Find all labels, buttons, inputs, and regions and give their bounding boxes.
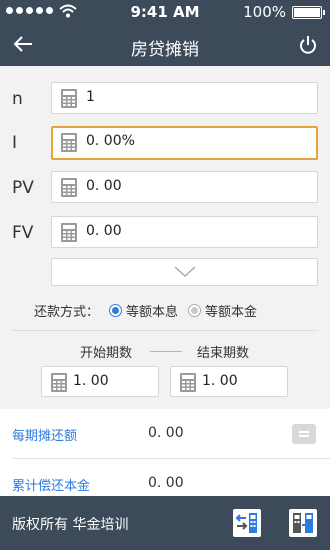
power-icon[interactable] — [298, 35, 318, 55]
field-label-n: n — [12, 89, 23, 109]
fv-value: 0. 00 — [86, 223, 122, 239]
start-period-value: 1. 00 — [73, 373, 109, 389]
field-label-pv: PV — [12, 178, 34, 198]
field-label-i: I — [12, 133, 18, 153]
status-bar: 9:41 AM 100% — [0, 0, 330, 24]
repayment-method-label: 还款方式： — [34, 305, 100, 320]
page-title: 房贷摊销 — [131, 40, 199, 60]
copyright-text: 版权所有 华金培训 — [12, 517, 129, 533]
interest-rate-value: 0. 00% — [86, 133, 135, 149]
calculator-icon — [61, 133, 77, 152]
calculator-icon — [61, 223, 77, 242]
battery-percent: 100% — [243, 3, 286, 21]
battery-icon — [292, 6, 325, 19]
expand-dropdown[interactable] — [51, 258, 318, 286]
footer-bar: 版权所有 华金培训 — [0, 496, 330, 550]
nav-bar: 房贷摊销 — [0, 24, 330, 66]
n-field[interactable]: 1 — [51, 82, 318, 114]
divider — [12, 330, 318, 331]
calculator-icon — [180, 373, 196, 392]
interest-rate-field[interactable]: 0. 00% — [51, 126, 318, 160]
chevron-down-icon — [174, 266, 196, 278]
end-period-value: 1. 00 — [202, 373, 238, 389]
calculator-icon — [61, 89, 77, 108]
end-period-field[interactable]: 1. 00 — [170, 366, 288, 397]
results-panel: 每期摊还额 0. 00 累计偿还本金 0. 00 — [0, 409, 330, 509]
radio-unselected-icon — [188, 304, 202, 317]
start-period-field[interactable]: 1. 00 — [41, 366, 159, 397]
export-icon[interactable] — [288, 508, 318, 538]
radio-equal-principal[interactable]: 等额本金 — [188, 301, 257, 320]
import-icon[interactable] — [232, 508, 262, 538]
pv-value: 0. 00 — [86, 178, 122, 194]
payment-per-period-label: 每期摊还额 — [12, 429, 78, 444]
period-separator — [150, 351, 182, 352]
calculator-icon — [51, 373, 67, 392]
calculate-equals-button[interactable] — [292, 424, 316, 444]
radio-equal-principal-label: 等额本金 — [205, 305, 258, 320]
end-period-label: 结束期数 — [197, 346, 250, 361]
field-label-fv: FV — [12, 223, 34, 243]
cumulative-principal-value: 0. 00 — [148, 475, 184, 491]
pv-field[interactable]: 0. 00 — [51, 171, 318, 203]
radio-selected-icon — [109, 304, 123, 317]
n-value: 1 — [86, 89, 95, 105]
calculator-icon — [61, 178, 77, 197]
repayment-method: 还款方式： 等额本息 等额本金 — [34, 301, 257, 320]
radio-equal-installment[interactable]: 等额本息 — [109, 301, 178, 320]
fv-field[interactable]: 0. 00 — [51, 216, 318, 248]
start-period-label: 开始期数 — [80, 346, 133, 361]
radio-equal-installment-label: 等额本息 — [126, 305, 179, 320]
result-row-payment: 每期摊还额 0. 00 — [0, 409, 330, 459]
cumulative-principal-label: 累计偿还本金 — [12, 479, 91, 494]
payment-per-period-value: 0. 00 — [148, 425, 184, 441]
